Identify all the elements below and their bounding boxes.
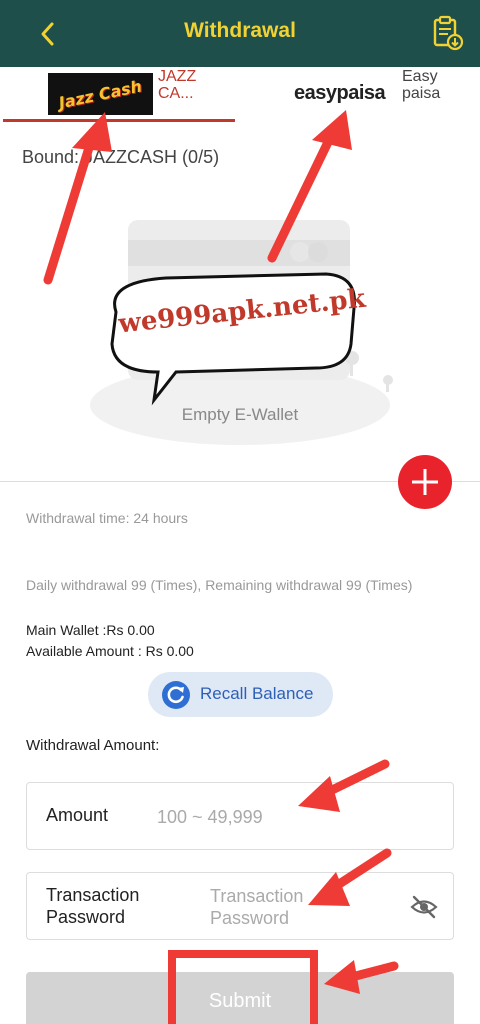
transaction-password-label: Transaction Password (46, 885, 140, 927)
tab-jazzcash[interactable]: Jazz Cash JAZZCA... (0, 67, 240, 125)
tab-jazzcash-label: JAZZCA... (158, 68, 197, 102)
tab-easypaisa-label: Easypaisa (402, 68, 441, 102)
payment-method-tabs: Jazz Cash JAZZCA... easypaisa Easypaisa (0, 67, 480, 125)
easypaisa-logo: easypaisa (294, 82, 386, 104)
withdrawal-time-text: Withdrawal time: 24 hours (26, 510, 188, 526)
amount-field: Amount (26, 782, 454, 850)
main-wallet-balance: Main Wallet :Rs 0.00 (26, 622, 155, 638)
tab-easypaisa[interactable]: easypaisa Easypaisa (240, 67, 480, 125)
recall-balance-button[interactable]: Recall Balance (148, 672, 333, 717)
recall-balance-label: Recall Balance (200, 684, 314, 703)
submit-button[interactable]: Submit (26, 972, 454, 1024)
withdrawal-records-button[interactable] (428, 14, 468, 54)
active-tab-indicator (3, 119, 235, 122)
transaction-password-input[interactable]: Transaction Password (210, 885, 330, 929)
amount-label: Amount (46, 805, 109, 825)
clipboard-download-icon (433, 15, 464, 51)
page-title: Withdrawal (184, 19, 296, 42)
transaction-password-field: Transaction Password Transaction Passwor… (26, 872, 454, 940)
jazzcash-logo: Jazz Cash (48, 73, 153, 115)
submit-label: Submit (208, 990, 272, 1012)
daily-withdrawal-text: Daily withdrawal 99 (Times), Remaining w… (26, 577, 413, 593)
eye-off-icon (410, 895, 438, 919)
add-wallet-button[interactable] (398, 455, 452, 509)
amount-input[interactable] (157, 803, 417, 831)
bound-count-label: Bound: JAZZCASH (0/5) (22, 147, 220, 167)
refresh-icon (162, 681, 190, 709)
available-amount: Available Amount : Rs 0.00 (26, 643, 194, 659)
toggle-visibility-button[interactable] (410, 894, 438, 920)
app-header: Withdrawal (0, 0, 480, 67)
withdrawal-amount-title: Withdrawal Amount: (26, 737, 160, 754)
